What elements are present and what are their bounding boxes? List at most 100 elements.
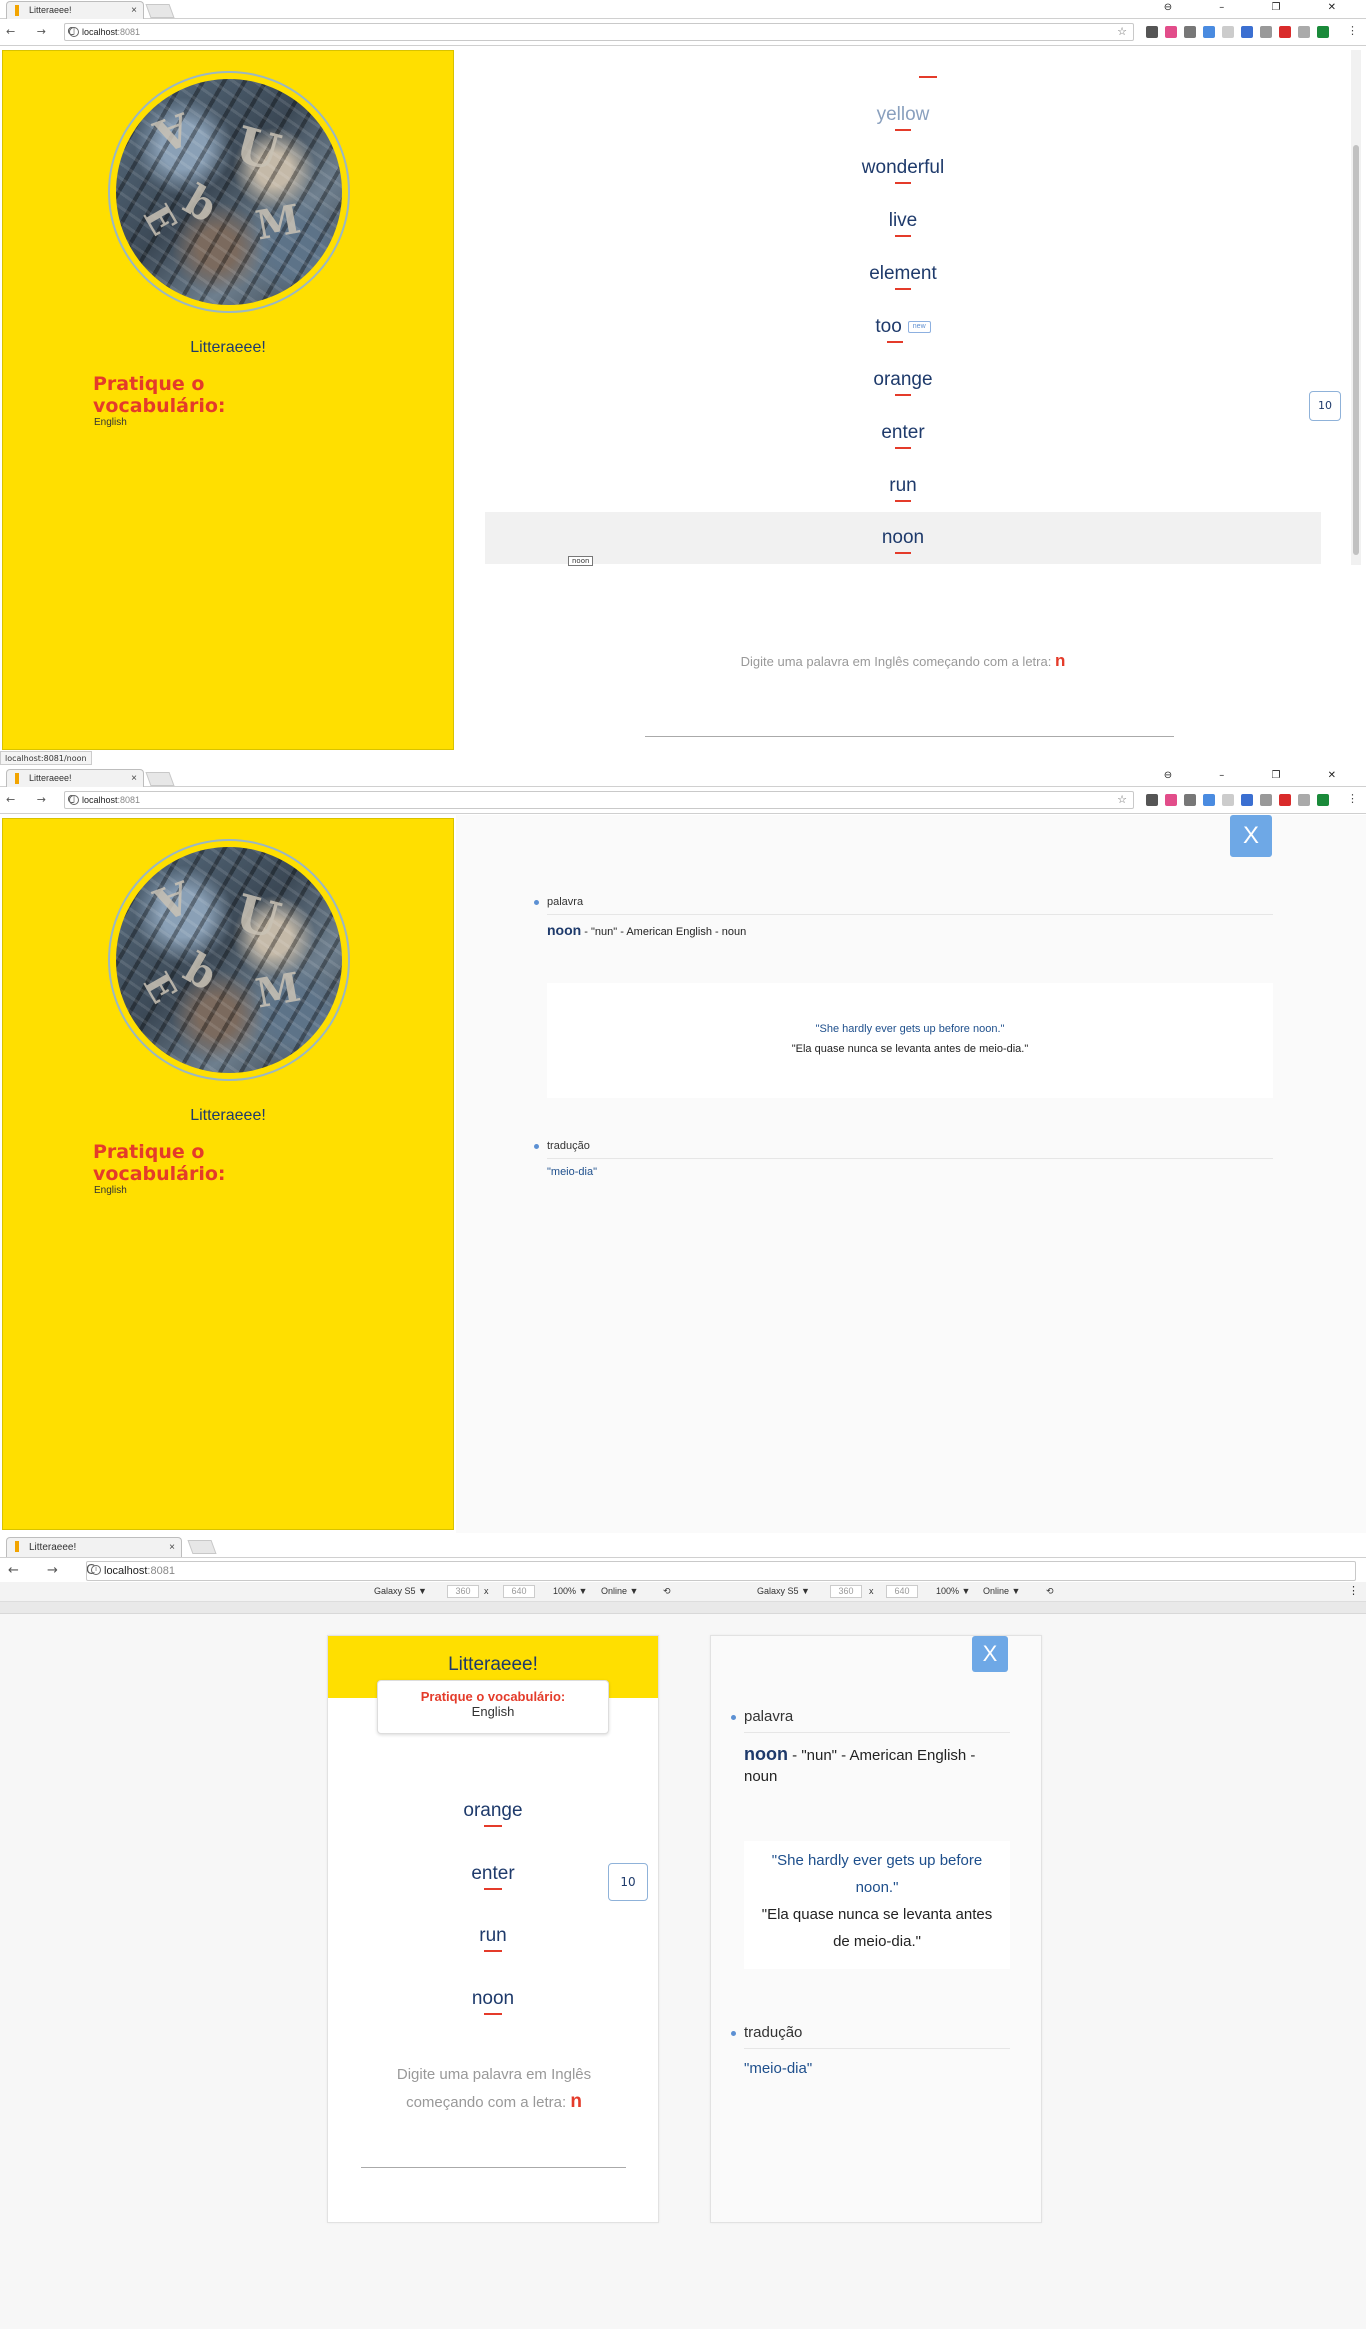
word-item[interactable]: orange — [485, 369, 1321, 396]
info-icon[interactable]: i — [69, 795, 79, 805]
word-input[interactable] — [645, 736, 1174, 737]
app-name: Litteraeee! — [190, 1107, 266, 1124]
info-icon[interactable]: i — [91, 1565, 101, 1575]
extension-icon[interactable] — [1146, 794, 1158, 806]
height-input-right[interactable]: 640 — [886, 1585, 918, 1598]
word-item[interactable]: yellow — [485, 104, 1321, 131]
menu-icon[interactable]: ⋮ — [1347, 792, 1358, 805]
pronunciation: "nun" — [591, 926, 618, 938]
sidebar: Ɐ U b M E Litteraeee! Pratique o vocabul… — [2, 818, 454, 1530]
word-item[interactable]: orange — [328, 1800, 658, 1827]
tab-close-icon[interactable]: × — [131, 2, 137, 19]
word-item[interactable]: run — [485, 475, 1321, 502]
rotate-icon[interactable]: ⟲ — [663, 1586, 671, 1597]
info-icon[interactable]: i — [69, 27, 79, 37]
translation-section-header: tradução — [534, 1140, 1273, 1159]
address-bar[interactable]: i localhost:8081 — [86, 1561, 1356, 1581]
language-label: English — [94, 417, 127, 428]
divider — [744, 1732, 1010, 1733]
practice-label: Pratique o vocabulário: — [420, 1689, 566, 1704]
extension-icon[interactable] — [1260, 794, 1272, 806]
language-label: English — [94, 1185, 127, 1196]
close-button[interactable]: X — [1230, 815, 1272, 857]
browser-tab[interactable]: Litteraeee! × — [6, 1, 144, 19]
bookmark-star-icon[interactable]: ☆ — [1117, 24, 1127, 40]
word-item[interactable]: noon — [328, 1988, 658, 2015]
extension-icon[interactable] — [1298, 26, 1310, 38]
pronunciation: "nun" — [801, 1747, 838, 1764]
word-input[interactable] — [361, 2167, 626, 2168]
tab-close-icon[interactable]: × — [131, 770, 137, 787]
network-select-left[interactable]: Online ▼ — [601, 1586, 638, 1596]
extension-icon[interactable] — [1203, 26, 1215, 38]
extension-icon[interactable] — [1279, 794, 1291, 806]
part-of-speech: noun — [721, 926, 747, 938]
extension-icon[interactable] — [1279, 26, 1291, 38]
address-bar[interactable]: i localhost:8081 ☆ — [64, 23, 1134, 41]
word-item[interactable]: run — [328, 1925, 658, 1952]
width-input-right[interactable]: 360 — [830, 1585, 862, 1598]
extension-icon[interactable] — [1165, 794, 1177, 806]
extension-icon[interactable] — [1317, 26, 1329, 38]
address-bar[interactable]: i localhost:8081 ☆ — [64, 791, 1134, 809]
close-button[interactable]: X — [972, 1636, 1008, 1672]
extension-icon[interactable] — [1241, 26, 1253, 38]
rotate-icon[interactable]: ⟲ — [1046, 1586, 1054, 1597]
practice-label: Pratique o vocabulário: — [93, 1141, 226, 1185]
translation-section-label: tradução — [547, 1140, 590, 1152]
new-tab-button[interactable] — [187, 1540, 217, 1554]
word-list: yellow wonderful live element too new ora… — [485, 50, 1321, 570]
width-input-left[interactable]: 360 — [447, 1585, 479, 1598]
scrollbar-thumb[interactable] — [1353, 145, 1359, 555]
word-section-header: palavra — [731, 1708, 1010, 1733]
extension-icon[interactable] — [1298, 794, 1310, 806]
tab-close-icon[interactable]: × — [169, 1538, 175, 1557]
avatar: Ɐ U b M E — [108, 839, 350, 1081]
new-tab-button[interactable] — [145, 4, 175, 18]
extension-icon[interactable] — [1165, 26, 1177, 38]
device-ruler — [0, 1602, 1366, 1614]
menu-icon[interactable]: ⋮ — [1347, 24, 1358, 37]
browser-tab[interactable]: Litteraeee! × — [6, 1537, 182, 1557]
window-controls[interactable]: ⊖ – ❐ ✕ — [1164, 2, 1358, 13]
word-item-selected[interactable]: noon — [485, 512, 1321, 564]
zoom-select-left[interactable]: 100% ▼ — [553, 1586, 587, 1596]
word-item[interactable]: too new — [485, 316, 1321, 343]
word-item[interactable]: element — [485, 263, 1321, 290]
bookmark-star-icon[interactable]: ☆ — [1117, 792, 1127, 808]
extension-icon[interactable] — [1222, 794, 1234, 806]
word-detail-panel: X palavra noon - "nun" - American Englis… — [456, 815, 1366, 1533]
url-port: :8081 — [117, 27, 141, 37]
extension-icon[interactable] — [1317, 794, 1329, 806]
device-select-right[interactable]: Galaxy S5 ▼ — [757, 1586, 810, 1596]
variant: American English — [626, 926, 712, 938]
height-input-left[interactable]: 640 — [503, 1585, 535, 1598]
scrollbar[interactable] — [1351, 50, 1361, 565]
zoom-select-right[interactable]: 100% ▼ — [936, 1586, 970, 1596]
word-item[interactable]: wonderful — [485, 157, 1321, 184]
extension-icon[interactable] — [1203, 794, 1215, 806]
browser-tab[interactable]: Litteraeee! × — [6, 769, 144, 787]
new-tab-button[interactable] — [145, 772, 175, 786]
window-controls[interactable]: ⊖ – ❐ ✕ — [1164, 770, 1358, 781]
network-select-right[interactable]: Online ▼ — [983, 1586, 1020, 1596]
avatar: Ɐ U b M E — [108, 71, 350, 313]
divider — [547, 914, 1273, 915]
url-host: localhost — [82, 795, 118, 805]
letters-photo: Ɐ U b M E — [116, 847, 342, 1073]
browser-toolbar: ← → C i localhost:8081 ☆ ⋮ — [0, 788, 1366, 814]
extension-icon[interactable] — [1222, 26, 1234, 38]
extension-icon[interactable] — [1184, 26, 1196, 38]
prompt-text: Digite uma palavra em Inglês começando c… — [740, 654, 1052, 669]
extension-icon[interactable] — [1184, 794, 1196, 806]
prompt-text: Digite uma palavra em Inglês começando c… — [396, 2066, 592, 2111]
extension-icon[interactable] — [1260, 26, 1272, 38]
more-options-icon[interactable]: ⋮ — [1348, 1584, 1359, 1597]
extension-icon[interactable] — [1146, 26, 1158, 38]
extension-icon[interactable] — [1241, 794, 1253, 806]
word-item[interactable]: live — [485, 210, 1321, 237]
device-toolbar: Galaxy S5 ▼ 360 x 640 100% ▼ Online ▼ ⟲ … — [0, 1582, 1366, 1602]
word-item[interactable]: enter — [485, 422, 1321, 449]
tab-strip: Litteraeee! × ⊖ – ❐ ✕ — [0, 0, 1366, 19]
device-select-left[interactable]: Galaxy S5 ▼ — [374, 1586, 427, 1596]
